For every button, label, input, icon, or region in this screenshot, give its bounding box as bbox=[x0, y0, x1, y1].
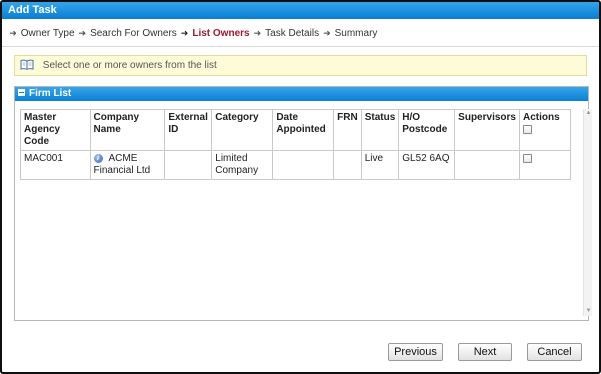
divider bbox=[2, 46, 599, 47]
column-header-ho-postcode[interactable]: H/O Postcode bbox=[398, 109, 456, 151]
cell-external-id bbox=[164, 150, 213, 180]
wizard-step-summary: Summary bbox=[334, 28, 378, 39]
arrow-right-icon: ➜ bbox=[9, 28, 17, 38]
column-header-actions: Actions bbox=[518, 109, 572, 151]
column-header-supervisors[interactable]: Supervisors bbox=[454, 109, 520, 151]
column-header-external-id[interactable]: External ID bbox=[164, 109, 213, 151]
collapse-icon[interactable] bbox=[18, 89, 25, 96]
cancel-button[interactable]: Cancel bbox=[527, 343, 582, 361]
cell-ho-postcode: GL52 6AQ bbox=[398, 150, 456, 180]
add-task-dialog: Add Task ➜ Owner Type ➜ Search For Owner… bbox=[0, 0, 601, 374]
cell-supervisors bbox=[454, 150, 520, 180]
column-header-master-agency-code[interactable]: Master Agency Code bbox=[20, 109, 91, 151]
firm-list-panel: Firm List Master Agency Code Company Nam… bbox=[14, 86, 592, 321]
row-select-checkbox[interactable] bbox=[522, 153, 532, 163]
book-icon bbox=[20, 58, 34, 70]
column-header-company-name[interactable]: Company Name bbox=[89, 109, 166, 151]
arrow-right-icon: ➜ bbox=[323, 28, 331, 38]
notice-text: Select one or more owners from the list bbox=[42, 60, 217, 71]
wizard-step-owner-type: Owner Type bbox=[20, 28, 75, 39]
arrow-right-icon: ➜ bbox=[253, 28, 262, 38]
wizard-step-task-details: Task Details bbox=[265, 28, 320, 39]
table-header-row: Master Agency Code Company Name External… bbox=[20, 109, 572, 151]
actions-header-label: Actions bbox=[522, 112, 560, 123]
column-header-category[interactable]: Category bbox=[211, 109, 274, 151]
cell-date-appointed bbox=[272, 150, 335, 180]
info-notice: Select one or more owners from the list bbox=[14, 55, 587, 76]
cell-frn bbox=[333, 150, 362, 180]
info-icon[interactable]: i bbox=[93, 154, 103, 163]
arrow-right-icon: ➜ bbox=[78, 28, 87, 38]
panel-title: Firm List bbox=[29, 88, 72, 99]
firm-table: Master Agency Code Company Name External… bbox=[20, 109, 572, 180]
scroll-down-icon[interactable]: ▼ bbox=[585, 308, 592, 315]
firm-list-grid: Master Agency Code Company Name External… bbox=[20, 109, 592, 316]
previous-button[interactable]: Previous bbox=[388, 343, 443, 361]
cell-category: Limited Company bbox=[211, 150, 274, 180]
firm-list-header[interactable]: Firm List bbox=[15, 87, 588, 101]
scroll-up-icon[interactable]: ▲ bbox=[585, 110, 592, 117]
vertical-scrollbar[interactable]: ▲ ▼ bbox=[583, 109, 592, 316]
column-header-date-appointed[interactable]: Date Appointed bbox=[272, 109, 335, 151]
next-button[interactable]: Next bbox=[458, 343, 512, 361]
dialog-title: Add Task bbox=[2, 2, 599, 19]
column-header-status[interactable]: Status bbox=[360, 109, 400, 151]
cell-actions bbox=[518, 150, 572, 180]
cell-status: Live bbox=[360, 150, 400, 180]
cell-master-agency-code: MAC001 bbox=[20, 150, 91, 180]
column-header-frn[interactable]: FRN bbox=[333, 109, 362, 151]
wizard-step-list-owners: List Owners bbox=[192, 28, 250, 39]
wizard-breadcrumb: ➜ Owner Type ➜ Search For Owners ➜ List … bbox=[8, 26, 377, 40]
arrow-right-icon: ➜ bbox=[180, 28, 189, 38]
cell-company-name: i ACME Financial Ltd bbox=[89, 150, 166, 180]
table-row[interactable]: MAC001 i ACME Financial Ltd Limited Compa… bbox=[20, 150, 572, 180]
wizard-step-search-for-owners: Search For Owners bbox=[90, 28, 177, 39]
select-all-checkbox[interactable] bbox=[522, 124, 532, 134]
